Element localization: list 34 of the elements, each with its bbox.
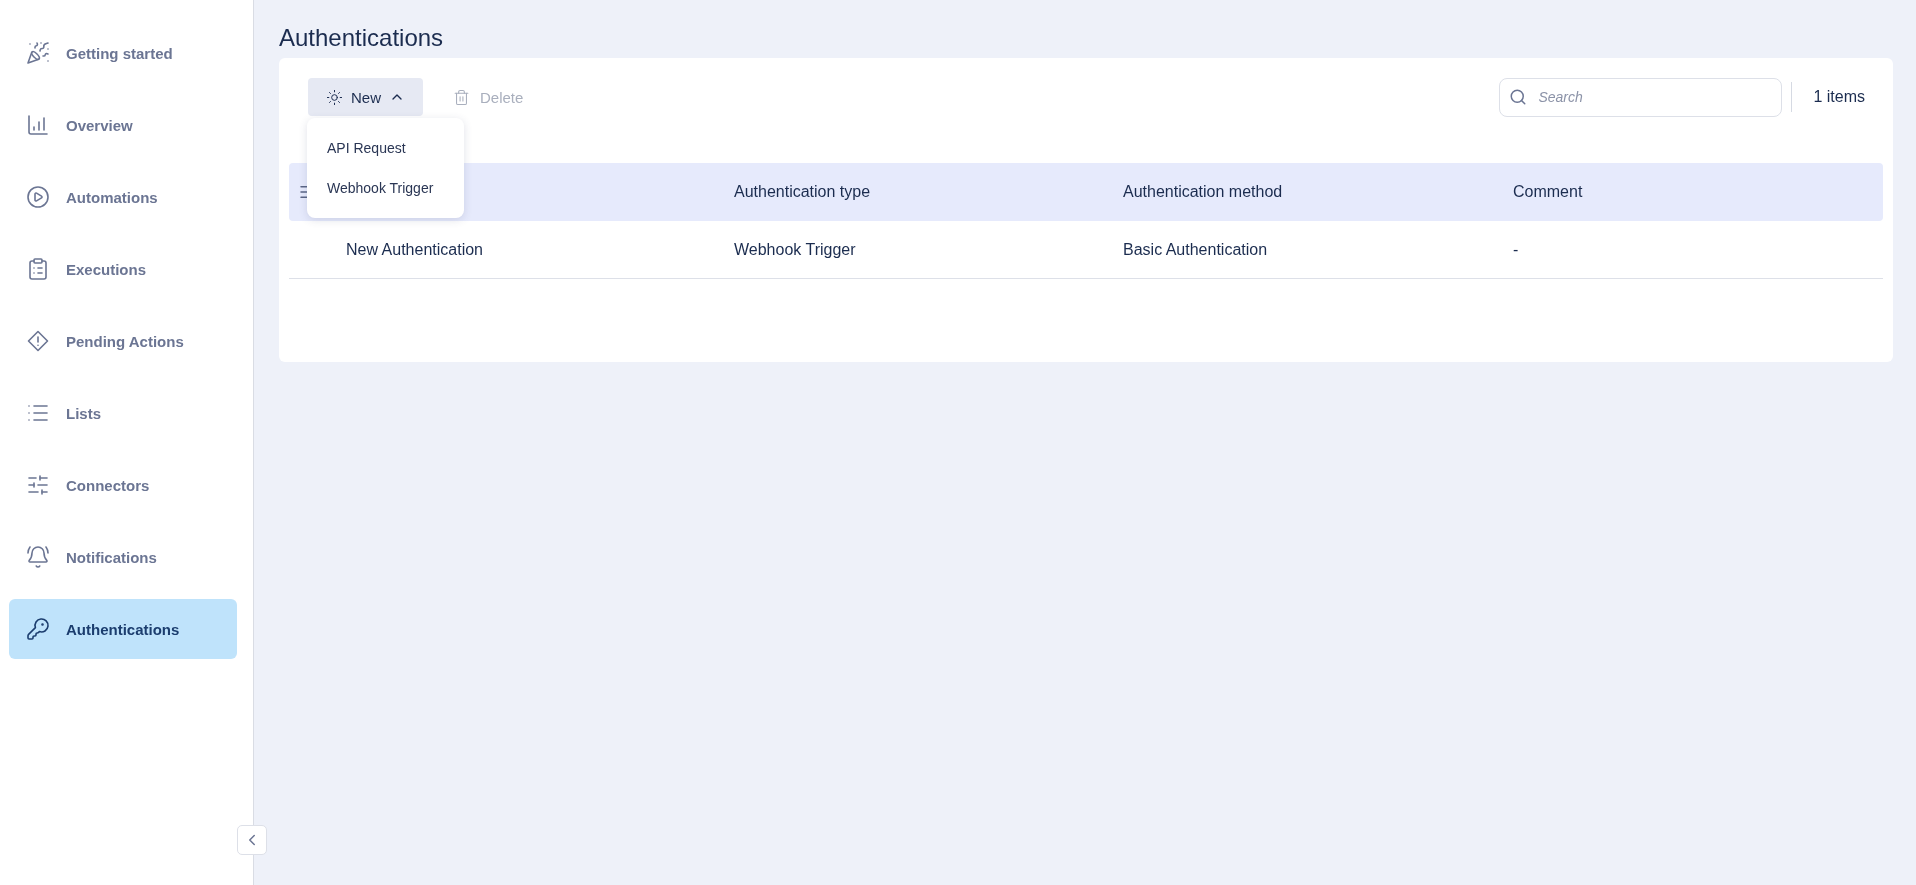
play-circle-icon <box>26 185 50 209</box>
new-button[interactable]: New <box>308 78 423 116</box>
clipboard-icon <box>26 257 50 281</box>
table-cell-text: New Authentication <box>346 240 484 259</box>
party-popper-icon <box>26 41 50 65</box>
key-icon <box>26 617 50 641</box>
item-count: 1 items <box>1813 88 1865 106</box>
sliders-icon <box>26 473 50 497</box>
column-header: Authentication method <box>1123 183 1284 201</box>
page-title: Authentications <box>279 24 445 52</box>
sparkle-icon <box>326 88 343 106</box>
bell-icon <box>26 545 50 569</box>
collapse-sidebar-button[interactable] <box>237 825 267 855</box>
sidebar-item[interactable]: Connectors <box>9 455 237 515</box>
trash-icon <box>453 88 470 106</box>
sidebar-item[interactable]: Getting started <box>9 23 237 83</box>
warning-icon <box>26 329 50 353</box>
search-icon <box>1509 87 1528 106</box>
sidebar-item[interactable]: Notifications <box>9 527 237 587</box>
sidebar-item[interactable]: Lists <box>9 383 237 443</box>
search-field[interactable]: Search <box>1499 77 1783 117</box>
table-cell-text: Basic Authentication <box>1123 240 1269 259</box>
sidebar-item[interactable]: Pending Actions <box>9 311 237 371</box>
sidebar-item[interactable]: Overview <box>9 95 237 155</box>
menu-item[interactable]: API Request <box>307 138 464 158</box>
sidebar-item[interactable]: Executions <box>9 239 237 299</box>
menu-item[interactable]: Webhook Trigger <box>307 178 464 198</box>
column-header: Authentication type <box>734 183 872 201</box>
sidebar-item[interactable]: Automations <box>9 167 237 227</box>
table-cell-text: - <box>1513 240 1520 259</box>
table-cell-text: Webhook Trigger <box>734 240 857 259</box>
column-header: Comment <box>1513 183 1584 201</box>
sidebar-item[interactable]: Authentications <box>9 599 237 659</box>
chart-icon <box>26 113 50 137</box>
